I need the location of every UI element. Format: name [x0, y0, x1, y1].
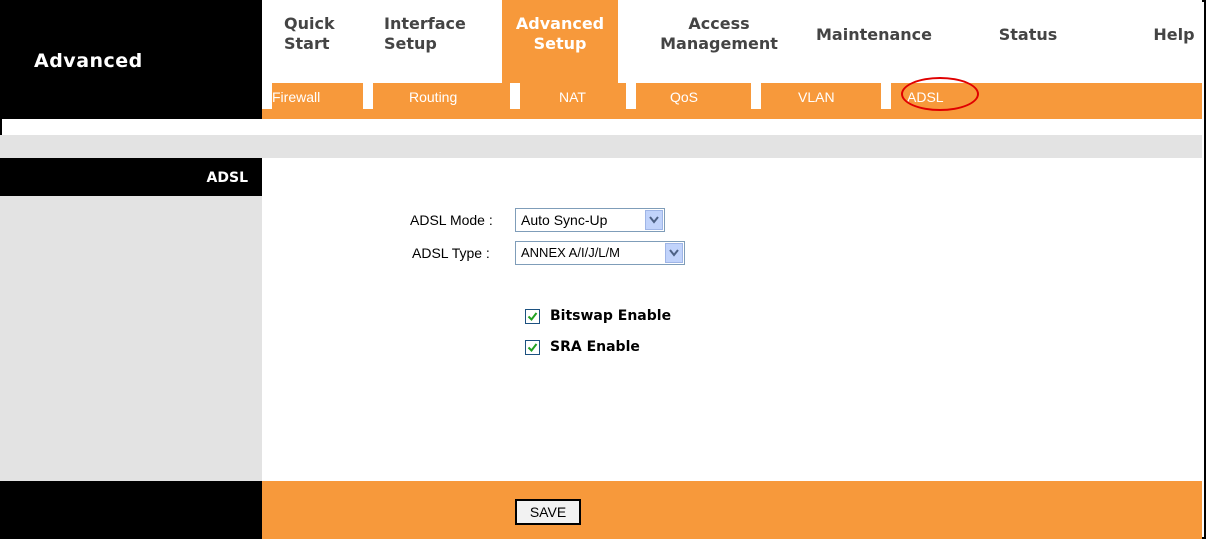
- footer-side: [0, 481, 262, 539]
- nav-quick-start-label: Quick Start: [284, 14, 335, 53]
- adsl-type-label: ADSL Type :: [412, 245, 490, 261]
- adsl-mode-label: ADSL Mode :: [410, 212, 493, 228]
- main-nav: Quick Start Interface Setup Advanced Set…: [262, 0, 1202, 83]
- sidebar-section-title: ADSL: [206, 170, 248, 186]
- sra-checkbox[interactable]: [525, 340, 540, 355]
- checkmark-icon: [527, 343, 538, 353]
- subnav-divider: [363, 83, 373, 109]
- nav-advanced-setup[interactable]: Advanced Setup: [502, 0, 618, 83]
- subnav-divider: [626, 83, 636, 109]
- footer-bar: [262, 481, 1202, 539]
- nav-status-label: Status: [998, 25, 1058, 44]
- subnav-divider: [881, 83, 891, 109]
- nav-advanced-setup-label: Advanced Setup: [515, 14, 605, 53]
- adsl-mode-value: Auto Sync-Up: [521, 212, 608, 228]
- sidebar-section-header: ADSL: [0, 158, 262, 196]
- checkmark-icon: [527, 312, 538, 322]
- brand-panel: Advanced: [0, 0, 262, 119]
- subnav-divider: [262, 83, 272, 109]
- nav-help-label: Help: [1153, 25, 1195, 44]
- nav-maintenance-label: Maintenance: [816, 25, 933, 44]
- sra-label: SRA Enable: [550, 339, 640, 355]
- nav-quick-start[interactable]: Quick Start: [284, 14, 336, 54]
- bitswap-label: Bitswap Enable: [550, 308, 672, 324]
- subnav-routing[interactable]: Routing: [409, 83, 457, 111]
- adsl-mode-select[interactable]: Auto Sync-Up: [515, 208, 665, 232]
- nav-interface-setup-label: Interface Setup: [384, 14, 466, 53]
- subnav-divider: [751, 83, 761, 109]
- nav-access-management[interactable]: Access Management: [654, 14, 784, 54]
- nav-interface-setup[interactable]: Interface Setup: [384, 14, 472, 54]
- adsl-type-value: ANNEX A/I/J/L/M: [521, 245, 620, 260]
- subnav-divider: [510, 83, 520, 109]
- chevron-down-icon[interactable]: [665, 243, 683, 263]
- adsl-highlight-circle: [901, 77, 979, 111]
- chevron-down-icon[interactable]: [645, 210, 663, 230]
- sub-nav: Firewall Routing NAT QoS VLAN ADSL: [262, 77, 1202, 119]
- save-button[interactable]: SAVE: [515, 499, 581, 525]
- subnav-qos[interactable]: QoS: [670, 83, 698, 111]
- subnav-vlan[interactable]: VLAN: [798, 83, 835, 111]
- header-spacer: [0, 135, 1202, 158]
- adsl-type-select[interactable]: ANNEX A/I/J/L/M: [515, 241, 685, 265]
- subnav-firewall[interactable]: Firewall: [272, 83, 320, 111]
- nav-help[interactable]: Help: [1150, 25, 1198, 45]
- brand-title: Advanced: [34, 50, 143, 72]
- nav-access-management-label: Access Management: [660, 14, 778, 53]
- bitswap-checkbox[interactable]: [525, 309, 540, 324]
- subnav-nat[interactable]: NAT: [559, 83, 586, 111]
- nav-maintenance[interactable]: Maintenance: [816, 25, 932, 45]
- sidebar-panel: [0, 196, 262, 481]
- nav-status[interactable]: Status: [994, 25, 1062, 45]
